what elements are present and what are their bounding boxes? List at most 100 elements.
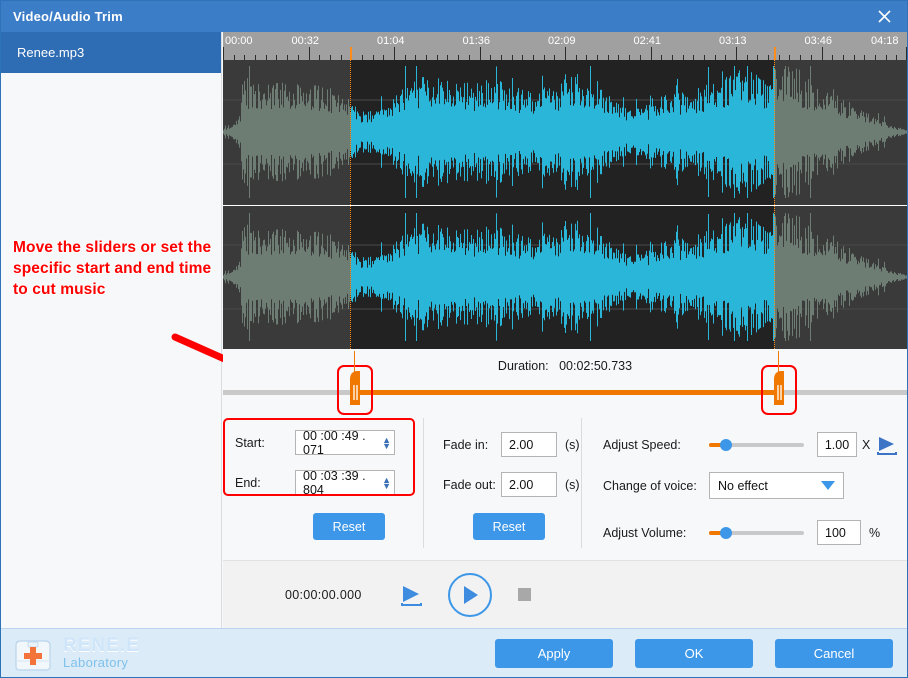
ruler-tick-major [736, 47, 737, 60]
speed-value: 1.00 [824, 437, 850, 452]
end-handle[interactable] [772, 351, 786, 407]
timeline-ruler[interactable]: 00:00 00:32 01:04 01:36 02:09 02:41 03:13 03:46… [223, 32, 907, 60]
waveform-display[interactable] [223, 60, 907, 349]
play-preview-icon[interactable] [875, 435, 899, 455]
video-audio-trim-dialog: Video/Audio Trim Renee.mp3 Move the slid… [0, 0, 908, 678]
ruler-tick-label: 03:13 [719, 35, 747, 47]
waveform-end-marker [774, 60, 776, 349]
adjust-speed-row: Adjust Speed: 1.00 X [603, 432, 899, 457]
play-button[interactable] [447, 572, 492, 617]
play-preview-icon[interactable] [398, 584, 424, 606]
ruler-tick-label: 02:41 [633, 35, 662, 47]
ok-button[interactable]: OK [635, 638, 753, 668]
file-list-sidebar: Renee.mp3 [1, 32, 222, 628]
start-time-stepper[interactable]: ▲ ▼ [382, 435, 391, 451]
stepper-down-icon: ▼ [382, 440, 391, 451]
annotation-instruction-text: Move the sliders or set the specific sta… [13, 239, 212, 298]
ruler-tick-major [650, 47, 652, 60]
effects-column: Adjust Speed: 1.00 X Change of voice: No… [581, 412, 907, 560]
ruler-tick-major [565, 47, 566, 60]
ruler-tick-label: 00:32 [291, 35, 320, 47]
start-time-value: 00 :00 :49 . 071 [303, 428, 366, 457]
start-label: Start: [235, 435, 265, 450]
file-name-label: Renee.mp3 [17, 45, 85, 60]
editor-main-panel: 00:00 00:32 01:04 01:36 02:09 02:41 03:13 03:46… [223, 32, 907, 628]
ruler-tick-major [906, 47, 907, 60]
ruler-start-cursor [350, 47, 353, 60]
trim-time-column: Start: 00 :00 :49 . 071 ▲ ▼ End: 00 :03 … [223, 412, 423, 560]
speed-unit: X [862, 437, 871, 452]
volume-slider-knob[interactable] [720, 526, 732, 539]
fade-in-unit: (s) [565, 437, 580, 452]
waveform-channel-left [223, 60, 907, 204]
adjust-volume-label: Adjust Volume: [603, 525, 687, 540]
change-voice-select[interactable]: No effect [709, 472, 844, 499]
end-time-stepper[interactable]: ▲ ▼ [382, 475, 391, 490]
speed-value-input[interactable]: 1.00 [817, 432, 857, 457]
volume-value-input[interactable]: 100 [817, 520, 861, 545]
end-time-input[interactable]: 00 :03 :39 . 804 ▲ ▼ [295, 468, 395, 497]
fade-out-input[interactable]: 2.00 [501, 472, 557, 497]
fade-out-row: Fade out: 2.00 (s) [443, 472, 580, 497]
speed-slider[interactable] [709, 437, 804, 453]
duration-readout: Duration: 00:02:50.733 [223, 359, 907, 373]
duration-value: 00:02:50.733 [559, 359, 633, 373]
ruler-tick-major [308, 47, 310, 60]
play-icon [463, 585, 478, 604]
stop-button[interactable] [517, 588, 531, 601]
start-time-input[interactable]: 00 :00 :49 . 071 ▲ ▼ [295, 428, 395, 457]
fade-out-unit: (s) [565, 477, 580, 492]
column-divider [581, 418, 582, 548]
fade-in-row: Fade in: 2.00 (s) [443, 432, 580, 457]
close-icon [877, 10, 891, 23]
change-voice-value: No effect [718, 478, 768, 493]
duration-label: Duration: [497, 359, 549, 373]
ruler-tick-label: 03:46 [804, 35, 833, 47]
controls-area: Start: 00 :00 :49 . 071 ▲ ▼ End: 00 :03 … [223, 412, 907, 560]
ruler-tick-label: 01:04 [377, 35, 405, 47]
range-selected-fill [350, 390, 775, 395]
fade-in-label: Fade in: [443, 437, 489, 452]
change-voice-label: Change of voice: [603, 478, 697, 493]
column-divider [423, 418, 424, 548]
ruler-tick-label: 01:36 [462, 35, 491, 47]
fade-column: Fade in: 2.00 (s) Fade out: 2.00 (s) Res… [423, 412, 581, 560]
ruler-tick-major [223, 47, 224, 60]
brand-logo: RENE.E Laboratory [11, 633, 140, 673]
end-time-value: 00 :03 :39 . 804 [303, 468, 366, 497]
ruler-end-cursor [774, 47, 777, 60]
end-row: End: 00 :03 :39 . 804 ▲ ▼ [235, 468, 395, 497]
brand-name: RENE.E [63, 635, 140, 656]
end-handle-icon [774, 371, 785, 405]
file-list-item-renee-mp3[interactable]: Renee.mp3 [1, 32, 221, 73]
ruler-tick-major [394, 47, 395, 60]
start-handle[interactable] [348, 351, 362, 407]
close-button[interactable] [861, 1, 907, 32]
waveform-svg [223, 66, 907, 198]
start-handle-stem [354, 351, 356, 375]
brand-text: RENE.E Laboratory [63, 636, 140, 670]
start-row: Start: 00 :00 :49 . 071 ▲ ▼ [235, 428, 395, 457]
fade-out-label: Fade out: [443, 477, 496, 492]
window-title: Video/Audio Trim [13, 9, 123, 24]
change-voice-row: Change of voice: No effect [603, 472, 844, 499]
waveform-start-marker [350, 60, 352, 349]
speed-slider-knob[interactable] [720, 438, 732, 451]
chevron-down-icon [821, 481, 835, 490]
player-bar: 00:00:00.000 [223, 560, 907, 628]
trim-range-slider: Duration: 00:02:50.733 [223, 349, 907, 415]
ruler-tick-major [821, 47, 823, 60]
title-bar: Video/Audio Trim [1, 1, 907, 32]
cancel-button[interactable]: Cancel [775, 638, 893, 668]
volume-slider[interactable] [709, 525, 804, 541]
fade-reset-button[interactable]: Reset [473, 513, 545, 540]
ruler-tick-label: 00:00 [225, 35, 253, 47]
trim-reset-button[interactable]: Reset [313, 513, 385, 540]
ruler-tick-label: 02:09 [548, 35, 576, 47]
apply-button[interactable]: Apply [495, 638, 613, 668]
fade-in-input[interactable]: 2.00 [501, 432, 557, 457]
channel-divider [223, 205, 907, 206]
adjust-volume-row: Adjust Volume: 100 % [603, 520, 880, 545]
footer-buttons: Apply OK Cancel [495, 638, 893, 668]
adjust-speed-label: Adjust Speed: [603, 437, 681, 452]
